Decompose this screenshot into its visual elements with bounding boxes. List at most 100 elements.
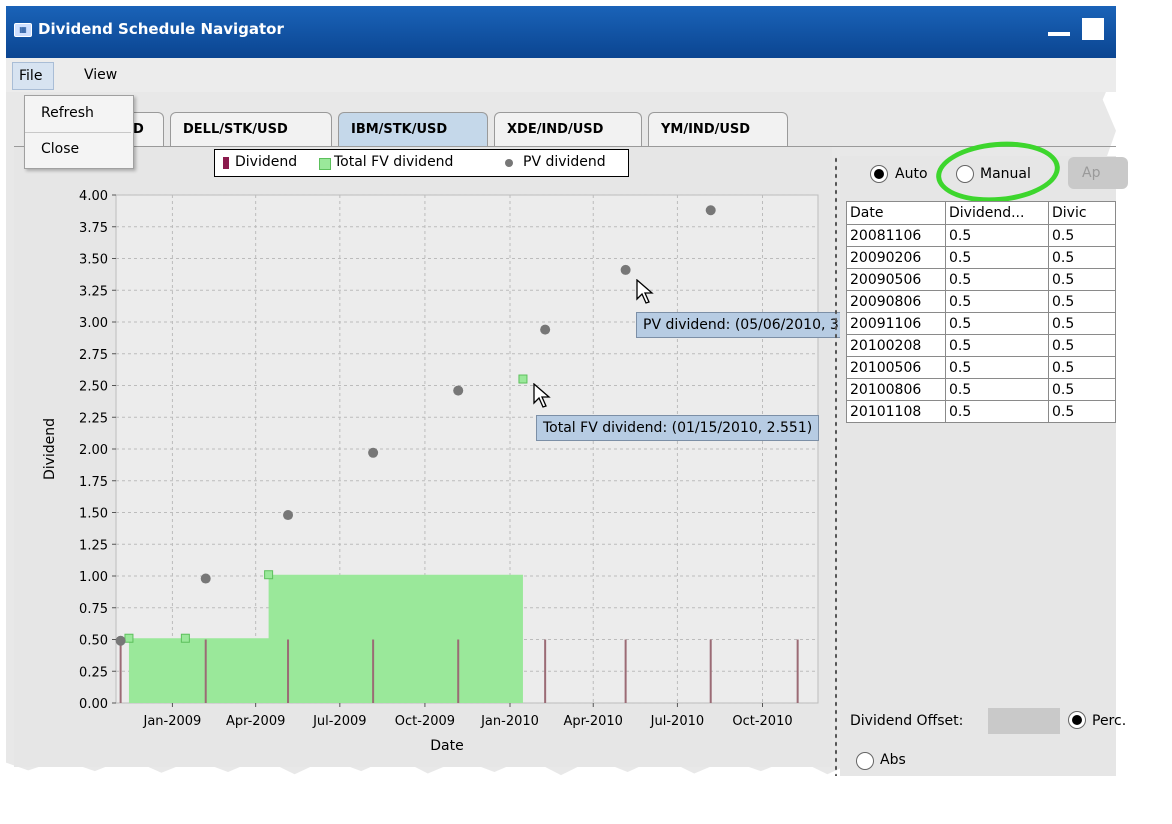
column-header-divic[interactable]: Divic — [1048, 201, 1116, 225]
cell-dividend[interactable]: 0.5 — [945, 290, 1049, 313]
cell-date[interactable]: 20090506 — [846, 268, 946, 291]
cell-dividend[interactable]: 0.5 — [945, 268, 1049, 291]
cell-dividend[interactable]: 0.5 — [945, 224, 1049, 247]
chart-legend: Dividend Total FV dividend PV dividend — [214, 149, 629, 177]
dividend-bar — [457, 639, 460, 703]
x-tick-label: Apr-2010 — [564, 714, 623, 729]
y-tick-label: 3.25 — [79, 284, 108, 299]
total-fv-marker — [518, 374, 528, 384]
table-row[interactable]: 20100208 0.5 0.5 — [846, 334, 1116, 357]
column-header-dividend[interactable]: Dividend... — [945, 201, 1049, 225]
cell-divic[interactable]: 0.5 — [1048, 378, 1116, 401]
cell-dividend[interactable]: 0.5 — [945, 312, 1049, 335]
cell-date[interactable]: 20090206 — [846, 246, 946, 269]
fv-tooltip: Total FV dividend: (01/15/2010, 2.551) — [536, 415, 820, 441]
dividend-bar — [709, 639, 712, 703]
legend-dividend-swatch — [223, 157, 229, 169]
table-row[interactable]: 20090806 0.5 0.5 — [846, 290, 1116, 313]
table-row[interactable]: 20101108 0.5 0.5 — [846, 400, 1116, 423]
table-row[interactable]: 20100806 0.5 0.5 — [846, 378, 1116, 401]
legend-fv-swatch — [319, 158, 331, 170]
dividend-bar — [204, 639, 207, 703]
table-row[interactable]: 20090206 0.5 0.5 — [846, 246, 1116, 269]
y-tick-label: 1.50 — [79, 507, 108, 522]
cell-date[interactable]: 20081106 — [846, 224, 946, 247]
abs-label: Abs — [880, 752, 906, 768]
total-fv-marker — [124, 633, 134, 643]
dividend-offset-input[interactable] — [988, 708, 1060, 734]
dividend-bar — [544, 639, 547, 703]
cell-dividend[interactable]: 0.5 — [945, 400, 1049, 423]
pv-dividend-point — [368, 447, 379, 458]
x-tick-label: Jan-2010 — [480, 714, 539, 729]
dividend-offset-label: Dividend Offset: — [850, 713, 964, 729]
table-row[interactable]: 20090506 0.5 0.5 — [846, 268, 1116, 291]
cell-divic[interactable]: 0.5 — [1048, 356, 1116, 379]
y-tick-label: 0.25 — [79, 665, 108, 680]
dividend-bar — [796, 639, 799, 703]
cell-divic[interactable]: 0.5 — [1048, 224, 1116, 247]
dividend-bar — [119, 639, 122, 703]
cell-date[interactable]: 20091106 — [846, 312, 946, 335]
pv-dividend-point — [705, 205, 716, 216]
legend-dividend-label: Dividend — [235, 154, 298, 170]
cell-date[interactable]: 20100806 — [846, 378, 946, 401]
x-tick-label: Oct-2010 — [732, 714, 792, 729]
y-tick-label: 3.75 — [79, 221, 108, 236]
cell-date[interactable]: 20090806 — [846, 290, 946, 313]
y-tick-label: 2.50 — [79, 380, 108, 395]
cell-date[interactable]: 20100506 — [846, 356, 946, 379]
x-tick-label: Apr-2009 — [226, 714, 285, 729]
cell-dividend[interactable]: 0.5 — [945, 356, 1049, 379]
y-tick-label: 3.50 — [79, 253, 108, 268]
percent-radio[interactable] — [1068, 711, 1086, 729]
y-axis-label: Dividend — [42, 418, 58, 480]
dividend-bar — [287, 639, 290, 703]
table-row[interactable]: 20081106 0.5 0.5 — [846, 224, 1116, 247]
cell-divic[interactable]: 0.5 — [1048, 246, 1116, 269]
cell-divic[interactable]: 0.5 — [1048, 400, 1116, 423]
cell-divic[interactable]: 0.5 — [1048, 334, 1116, 357]
legend-pv-swatch — [505, 159, 513, 167]
y-tick-label: 0.00 — [79, 697, 108, 712]
dividend-bar — [624, 639, 627, 703]
y-tick-label: 2.00 — [79, 443, 108, 458]
total-fv-marker — [264, 570, 274, 580]
percent-label: Perc. — [1092, 713, 1127, 729]
cell-dividend[interactable]: 0.5 — [945, 334, 1049, 357]
auto-radio[interactable] — [870, 165, 888, 183]
pv-dividend-point — [620, 264, 631, 275]
menu-item-refresh[interactable]: Refresh — [41, 105, 94, 121]
panel-splitter[interactable] — [834, 156, 838, 776]
cell-dividend[interactable]: 0.5 — [945, 378, 1049, 401]
mouse-pointer-icon — [533, 383, 551, 408]
file-menu-dropdown: Refresh Close — [24, 95, 134, 169]
y-tick-label: 3.00 — [79, 316, 108, 331]
y-tick-label: 2.25 — [79, 411, 108, 426]
cell-date[interactable]: 20101108 — [846, 400, 946, 423]
dividend-table: Date Dividend... Divic 20081106 0.5 0.5 20… — [846, 201, 1116, 423]
column-header-date[interactable]: Date — [846, 201, 946, 225]
pv-dividend-point — [540, 324, 551, 335]
cell-divic[interactable]: 0.5 — [1048, 268, 1116, 291]
y-tick-label: 1.75 — [79, 475, 108, 490]
apply-button[interactable]: Ap — [1068, 157, 1128, 189]
cell-divic[interactable]: 0.5 — [1048, 312, 1116, 335]
table-row[interactable]: 20091106 0.5 0.5 — [846, 312, 1116, 335]
menu-item-close[interactable]: Close — [41, 141, 79, 157]
dividend-bar — [372, 639, 375, 703]
cell-divic[interactable]: 0.5 — [1048, 290, 1116, 313]
mouse-pointer-icon — [636, 279, 654, 304]
pv-dividend-point — [115, 635, 126, 646]
cell-date[interactable]: 20100208 — [846, 334, 946, 357]
pv-dividend-point — [453, 385, 464, 396]
y-tick-label: 0.50 — [79, 634, 108, 649]
pv-dividend-point — [200, 573, 211, 584]
auto-label: Auto — [895, 166, 928, 182]
legend-pv-label: PV dividend — [523, 154, 606, 170]
pv-dividend-point — [283, 510, 294, 521]
table-row[interactable]: 20100506 0.5 0.5 — [846, 356, 1116, 379]
abs-radio[interactable] — [856, 752, 874, 770]
x-tick-label: Jan-2009 — [143, 714, 202, 729]
cell-dividend[interactable]: 0.5 — [945, 246, 1049, 269]
